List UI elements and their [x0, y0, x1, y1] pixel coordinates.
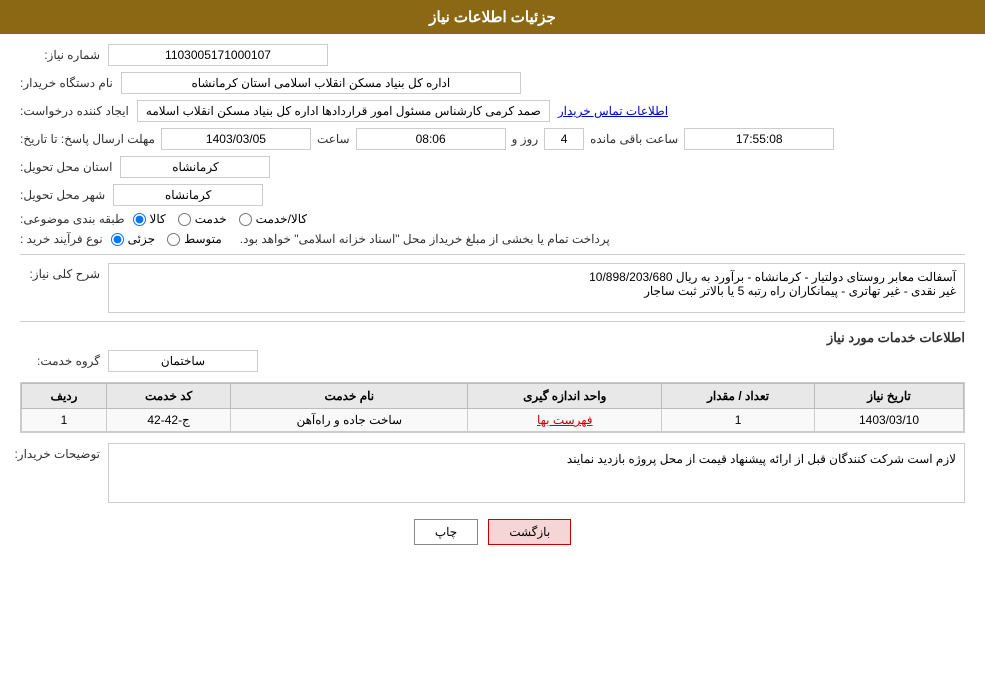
ijad-konande-row: اطلاعات تماس خریدار صمد کرمی کارشناس مسئ… [20, 100, 965, 122]
col-count: تعداد / مقدار [662, 384, 815, 409]
print-button[interactable]: چاپ [414, 519, 478, 545]
ostan-value: کرمانشاه [120, 156, 270, 178]
time-value: 08:06 [356, 128, 506, 150]
nam-dastgah-label: نام دستگاه خریدار: [20, 76, 113, 90]
group-label: گروه خدمت: [20, 354, 100, 368]
process-note: پرداخت تمام یا بخشی از مبلغ خریداز محل "… [240, 232, 610, 246]
remaining-label: ساعت باقی مانده [590, 132, 678, 146]
category-khedmat[interactable]: خدمت [178, 212, 227, 226]
days-value: 4 [544, 128, 584, 150]
group-row: ساختمان گروه خدمت: [20, 350, 965, 372]
header-title: جزئیات اطلاعات نیاز [429, 9, 556, 26]
mohlat-label: مهلت ارسال پاسخ: تا تاریخ: [20, 132, 155, 146]
page-header: جزئیات اطلاعات نیاز [0, 0, 985, 34]
process-radio-group: متوسط جزئی [111, 232, 222, 246]
days-label: روز و [512, 132, 539, 146]
cell-date: 1403/03/10 [815, 409, 964, 432]
cell-code: ج-42-42 [106, 409, 230, 432]
shomara-niaz-label: شماره نیاز: [20, 48, 100, 62]
farayand-label: نوع فرآیند خرید : [20, 232, 103, 246]
buttons-row: بازگشت چاپ [20, 519, 965, 545]
col-unit: واحد اندازه گیری [468, 384, 662, 409]
farayand-row: پرداخت تمام یا بخشی از مبلغ خریداز محل "… [20, 232, 965, 246]
contact-link[interactable]: اطلاعات تماس خریدار [558, 104, 668, 118]
services-table: تاریخ نیاز تعداد / مقدار واحد اندازه گیر… [21, 383, 964, 432]
sharh-row: آسفالت معابر روستای دولتیار - کرمانشاه -… [20, 263, 965, 313]
shomara-niaz-row: 1103005171000107 شماره نیاز: [20, 44, 965, 66]
process-jozvi-radio[interactable] [111, 233, 124, 246]
process-jozvi[interactable]: جزئی [111, 232, 155, 246]
tabaghe-row: کالا/خدمت خدمت کالا طبقه بندی موضوعی: [20, 212, 965, 226]
col-name: نام خدمت [231, 384, 468, 409]
category-radio-group: کالا/خدمت خدمت کالا [133, 212, 308, 226]
category-khedmat-label: خدمت [195, 212, 227, 226]
sharh-value: آسفالت معابر روستای دولتیار - کرمانشاه -… [108, 263, 965, 313]
category-khedmat-radio[interactable] [178, 213, 191, 226]
sharh-label: شرح کلی نیاز: [20, 267, 100, 281]
date-value: 1403/03/05 [161, 128, 311, 150]
cell-unit[interactable]: فهرست بها [468, 409, 662, 432]
remaining-value: 17:55:08 [684, 128, 834, 150]
process-motavaset[interactable]: متوسط [167, 232, 222, 246]
description-row: لازم است شرکت کنندگان قبل از ارائه پیشنه… [20, 443, 965, 509]
services-title: اطلاعات خدمات مورد نیاز [20, 330, 965, 346]
ijad-konande-label: ایجاد کننده درخواست: [20, 104, 129, 118]
category-kala-khedmat-label: کالا/خدمت [256, 212, 307, 226]
back-button[interactable]: بازگشت [488, 519, 571, 545]
process-motavaset-label: متوسط [184, 232, 222, 246]
category-kala-label: کالا [150, 212, 166, 226]
nam-dastgah-value: اداره کل بنیاد مسکن انقلاب اسلامی استان … [121, 72, 521, 94]
mohlat-row: 17:55:08 ساعت باقی مانده 4 روز و 08:06 س… [20, 128, 965, 150]
shahr-value: کرمانشاه [113, 184, 263, 206]
ostan-row: کرمانشاه استان محل تحویل: [20, 156, 965, 178]
col-code: کد خدمت [106, 384, 230, 409]
cell-radif: 1 [22, 409, 107, 432]
category-kala[interactable]: کالا [133, 212, 166, 226]
cell-name: ساخت جاده و راه‌آهن [231, 409, 468, 432]
nam-dastgah-row: اداره کل بنیاد مسکن انقلاب اسلامی استان … [20, 72, 965, 94]
cell-count: 1 [662, 409, 815, 432]
description-label: توضیحات خریدار: [20, 447, 100, 461]
tabaghe-label: طبقه بندی موضوعی: [20, 212, 125, 226]
process-motavaset-radio[interactable] [167, 233, 180, 246]
table-header-row: تاریخ نیاز تعداد / مقدار واحد اندازه گیر… [22, 384, 964, 409]
category-kala-khedmat[interactable]: کالا/خدمت [239, 212, 307, 226]
col-radif: ردیف [22, 384, 107, 409]
table-row: 1403/03/10 1 فهرست بها ساخت جاده و راه‌آ… [22, 409, 964, 432]
category-kala-radio[interactable] [133, 213, 146, 226]
services-table-section: تاریخ نیاز تعداد / مقدار واحد اندازه گیر… [20, 382, 965, 433]
col-date: تاریخ نیاز [815, 384, 964, 409]
shahr-label: شهر محل تحویل: [20, 188, 105, 202]
category-kala-khedmat-radio[interactable] [239, 213, 252, 226]
ijad-konande-value: صمد کرمی کارشناس مسئول امور قراردادها اد… [137, 100, 550, 122]
shahr-row: کرمانشاه شهر محل تحویل: [20, 184, 965, 206]
group-value: ساختمان [108, 350, 258, 372]
ostan-label: استان محل تحویل: [20, 160, 112, 174]
shomara-niaz-value: 1103005171000107 [108, 44, 328, 66]
description-value: لازم است شرکت کنندگان قبل از ارائه پیشنه… [108, 443, 965, 503]
time-label: ساعت [317, 132, 350, 146]
process-jozvi-label: جزئی [128, 232, 155, 246]
